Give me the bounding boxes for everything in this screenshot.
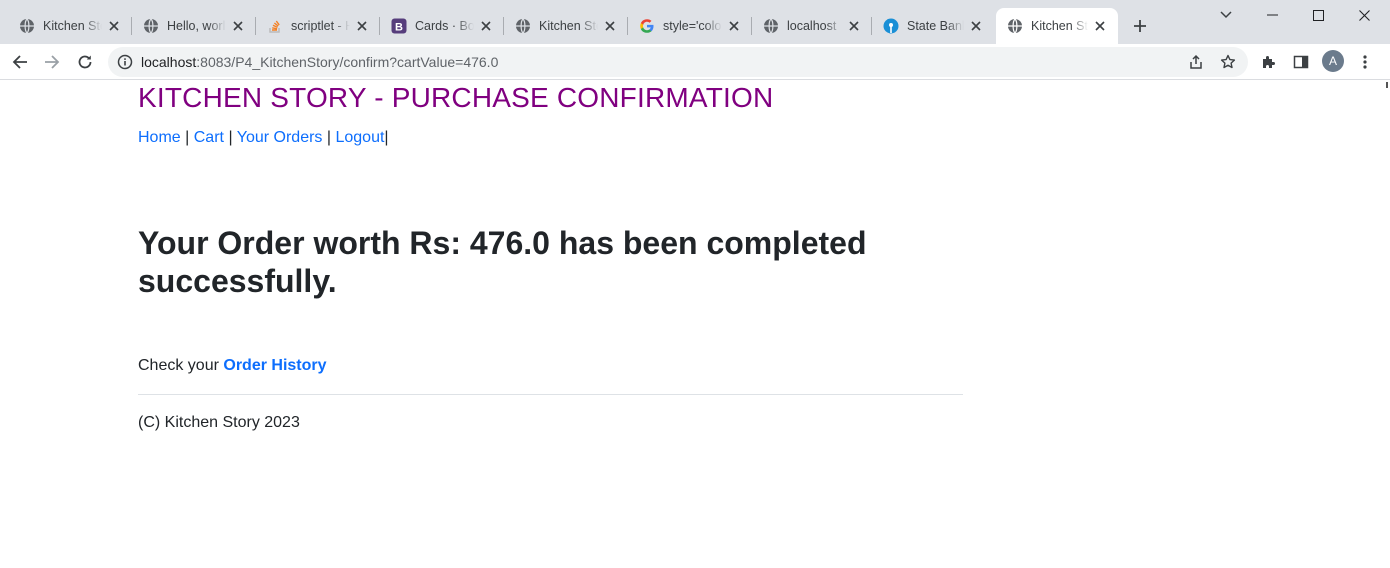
tab-search-button[interactable] xyxy=(1203,0,1249,30)
tab-title: Kitchen Sto xyxy=(539,19,598,33)
bootstrap-icon: B xyxy=(391,18,407,34)
tab-title: Hello, worl xyxy=(167,19,226,33)
nav-logout-link[interactable]: Logout xyxy=(335,129,384,146)
close-tab-icon[interactable] xyxy=(846,18,862,34)
tab-title: Kitchen Sto xyxy=(1031,19,1088,33)
url-host: localhost xyxy=(141,54,197,70)
order-history-link[interactable]: Order History xyxy=(223,357,326,374)
nav-home-link[interactable]: Home xyxy=(138,129,181,146)
google-icon xyxy=(639,18,655,34)
svg-text:B: B xyxy=(395,21,403,33)
nav-separator: | xyxy=(228,129,233,146)
profile-avatar[interactable]: A xyxy=(1322,50,1344,72)
share-icon[interactable] xyxy=(1187,53,1205,71)
browser-toolbar: localhost:8083/P4_KitchenStory/confirm?c… xyxy=(0,44,1390,80)
address-bar[interactable]: localhost:8083/P4_KitchenStory/confirm?c… xyxy=(108,47,1248,77)
globe-icon xyxy=(143,18,159,34)
globe-icon xyxy=(1007,18,1023,34)
browser-tab-active[interactable]: Kitchen Sto xyxy=(996,8,1118,44)
browser-tab[interactable]: State Bank xyxy=(872,8,994,44)
close-icon xyxy=(1358,9,1370,21)
nav-orders-link[interactable]: Your Orders xyxy=(237,129,323,146)
minimize-icon xyxy=(1266,14,1278,16)
sbi-icon xyxy=(883,18,899,34)
globe-icon xyxy=(19,18,35,34)
reload-button[interactable] xyxy=(71,48,99,76)
info-icon[interactable] xyxy=(117,54,133,70)
url-text: localhost:8083/P4_KitchenStory/confirm?c… xyxy=(141,54,498,70)
close-tab-icon[interactable] xyxy=(1092,18,1108,34)
browser-tab[interactable]: scriptlet - H xyxy=(256,8,380,44)
chevron-down-icon xyxy=(1220,11,1232,19)
plus-icon xyxy=(1134,20,1146,32)
browser-tab[interactable]: Kitchen Sto xyxy=(8,8,132,44)
tab-title: style='colo xyxy=(663,19,722,33)
tab-title: Cards · Boo xyxy=(415,19,474,33)
side-panel-button[interactable] xyxy=(1287,48,1315,76)
close-tab-icon[interactable] xyxy=(726,18,742,34)
new-tab-button[interactable] xyxy=(1128,14,1152,38)
close-tab-icon[interactable] xyxy=(106,18,122,34)
puzzle-icon xyxy=(1263,56,1275,68)
footer-copyright: (C) Kitchen Story 2023 xyxy=(138,414,300,431)
close-tab-icon[interactable] xyxy=(602,18,618,34)
tab-title: State Bank xyxy=(907,19,964,33)
tab-strip: Kitchen Sto Hello, worl scriptlet - H B … xyxy=(0,0,1390,44)
nav-separator: | xyxy=(384,129,389,146)
side-panel-icon xyxy=(1293,55,1309,69)
tab-title: scriptlet - H xyxy=(291,19,350,33)
back-button[interactable] xyxy=(6,48,34,76)
nav-cart-link[interactable]: Cart xyxy=(194,129,224,146)
globe-icon xyxy=(763,18,779,34)
minimize-button[interactable] xyxy=(1249,0,1295,30)
close-window-button[interactable] xyxy=(1341,0,1387,30)
maximize-button[interactable] xyxy=(1295,0,1341,30)
close-tab-icon[interactable] xyxy=(230,18,246,34)
browser-menu-button[interactable] xyxy=(1351,48,1379,76)
maximize-icon xyxy=(1312,9,1324,21)
close-tab-icon[interactable] xyxy=(968,18,984,34)
history-prefix: Check your xyxy=(138,357,219,374)
browser-tab[interactable]: Hello, worl xyxy=(132,8,256,44)
nav-separator: | xyxy=(326,129,332,146)
reload-icon xyxy=(78,55,92,69)
order-confirmation-message: Your Order worth Rs: 476.0 has been comp… xyxy=(138,225,867,299)
tab-title: Kitchen Sto xyxy=(43,19,102,33)
scroll-edge-marker xyxy=(1386,82,1388,88)
page-content: KITCHEN STORY - PURCHASE CONFIRMATION Ho… xyxy=(0,80,1390,568)
top-nav: Home | Cart | Your Orders | Logout| xyxy=(138,129,389,147)
browser-tab[interactable]: B Cards · Boo xyxy=(380,8,504,44)
stackoverflow-icon xyxy=(267,18,283,34)
page-title: KITCHEN STORY - PURCHASE CONFIRMATION xyxy=(138,82,774,113)
arrow-left-icon xyxy=(12,55,27,69)
close-tab-icon[interactable] xyxy=(354,18,370,34)
order-history-line: Check your Order History xyxy=(138,357,327,375)
arrow-right-icon xyxy=(45,55,60,69)
forward-button[interactable] xyxy=(38,48,66,76)
extensions-button[interactable] xyxy=(1255,48,1283,76)
close-tab-icon[interactable] xyxy=(478,18,494,34)
browser-tab[interactable]: style='colo xyxy=(628,8,752,44)
browser-tab[interactable]: localhost xyxy=(752,8,872,44)
url-path: :8083/P4_KitchenStory/confirm?cartValue=… xyxy=(196,54,499,70)
browser-tab[interactable]: Kitchen Sto xyxy=(504,8,628,44)
more-vert-icon xyxy=(1363,55,1367,69)
tab-title: localhost xyxy=(787,19,837,33)
bookmark-star-icon[interactable] xyxy=(1219,53,1237,71)
globe-icon xyxy=(515,18,531,34)
divider xyxy=(138,394,963,395)
nav-separator: | xyxy=(185,129,190,146)
